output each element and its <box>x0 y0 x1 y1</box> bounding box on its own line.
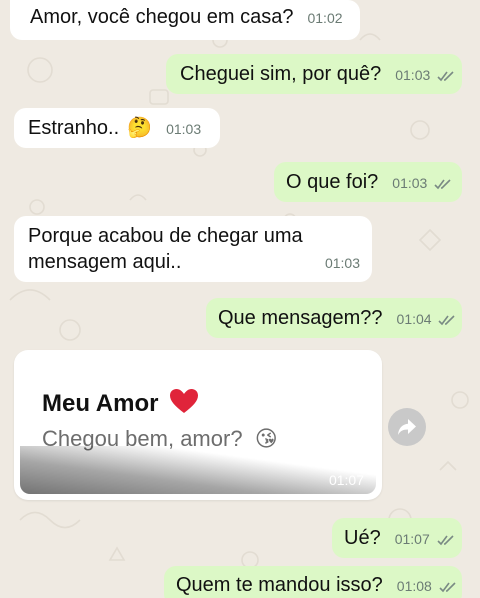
double-check-icon <box>437 535 454 546</box>
chat-thread: Amor, você chegou em casa? 01:02 Cheguei… <box>0 0 480 598</box>
message-time: 01:04 <box>396 311 432 327</box>
message-outgoing[interactable]: Ué? 01:07 <box>332 518 462 558</box>
message-time: 01:07 <box>328 472 364 488</box>
double-check-icon <box>438 315 456 326</box>
message-outgoing[interactable]: Que mensagem?? 01:04 <box>206 298 462 338</box>
message-meta: 01:03 <box>392 170 452 196</box>
message-incoming[interactable]: Amor, você chegou em casa? 01:02 <box>10 0 360 40</box>
message-text: Cheguei sim, por quê? <box>180 63 382 85</box>
message-text: O que foi? <box>286 171 379 193</box>
message-outgoing[interactable]: Quem te mandou isso? 01:08 <box>164 566 462 598</box>
message-meta: 01:03 <box>395 62 455 88</box>
heart-icon <box>170 389 199 413</box>
double-check-icon <box>439 582 456 593</box>
message-text: Amor, você chegou em casa? <box>30 6 294 28</box>
message-time: 01:07 <box>394 531 430 547</box>
notification-title: Meu Amor <box>42 390 159 417</box>
message-incoming[interactable]: Porque acabou de chegar uma mensagem aqu… <box>14 216 372 282</box>
notification-screenshot: Meu Amor Chegou bem, amor? 😘 01:07 <box>20 356 376 494</box>
forward-button[interactable] <box>388 408 426 446</box>
message-outgoing[interactable]: Cheguei sim, por quê? 01:03 <box>166 54 462 94</box>
image-message[interactable]: Meu Amor Chegou bem, amor? 😘 01:07 <box>14 350 382 500</box>
message-text: Estranho.. <box>28 117 120 139</box>
message-time: 01:03 <box>324 255 360 271</box>
double-check-icon <box>434 179 451 190</box>
double-check-icon <box>437 71 454 82</box>
message-text: Que mensagem?? <box>218 307 383 329</box>
message-meta: 01:08 <box>397 573 457 598</box>
message-incoming[interactable]: Estranho.. 🤔 01:03 <box>14 108 220 148</box>
thinking-face-emoji: 🤔 <box>127 117 153 139</box>
image-time-overlay <box>20 446 376 494</box>
message-meta: 01:07 <box>395 526 455 552</box>
message-text-line: Porque acabou de chegar uma <box>28 225 303 247</box>
message-time: 01:03 <box>392 175 428 191</box>
message-text-line: mensagem aqui.. <box>28 251 182 273</box>
message-text: Ué? <box>344 527 381 549</box>
message-time: 01:02 <box>307 10 343 26</box>
message-time: 01:03 <box>166 121 202 137</box>
notification-title-row: Meu Amor <box>42 388 199 418</box>
message-time: 01:08 <box>396 578 432 594</box>
forward-arrow-icon <box>398 419 416 435</box>
message-time: 01:03 <box>395 67 431 83</box>
message-text: Quem te mandou isso? <box>176 574 383 596</box>
message-outgoing[interactable]: O que foi? 01:03 <box>274 162 462 202</box>
message-meta: 01:04 <box>397 306 457 332</box>
